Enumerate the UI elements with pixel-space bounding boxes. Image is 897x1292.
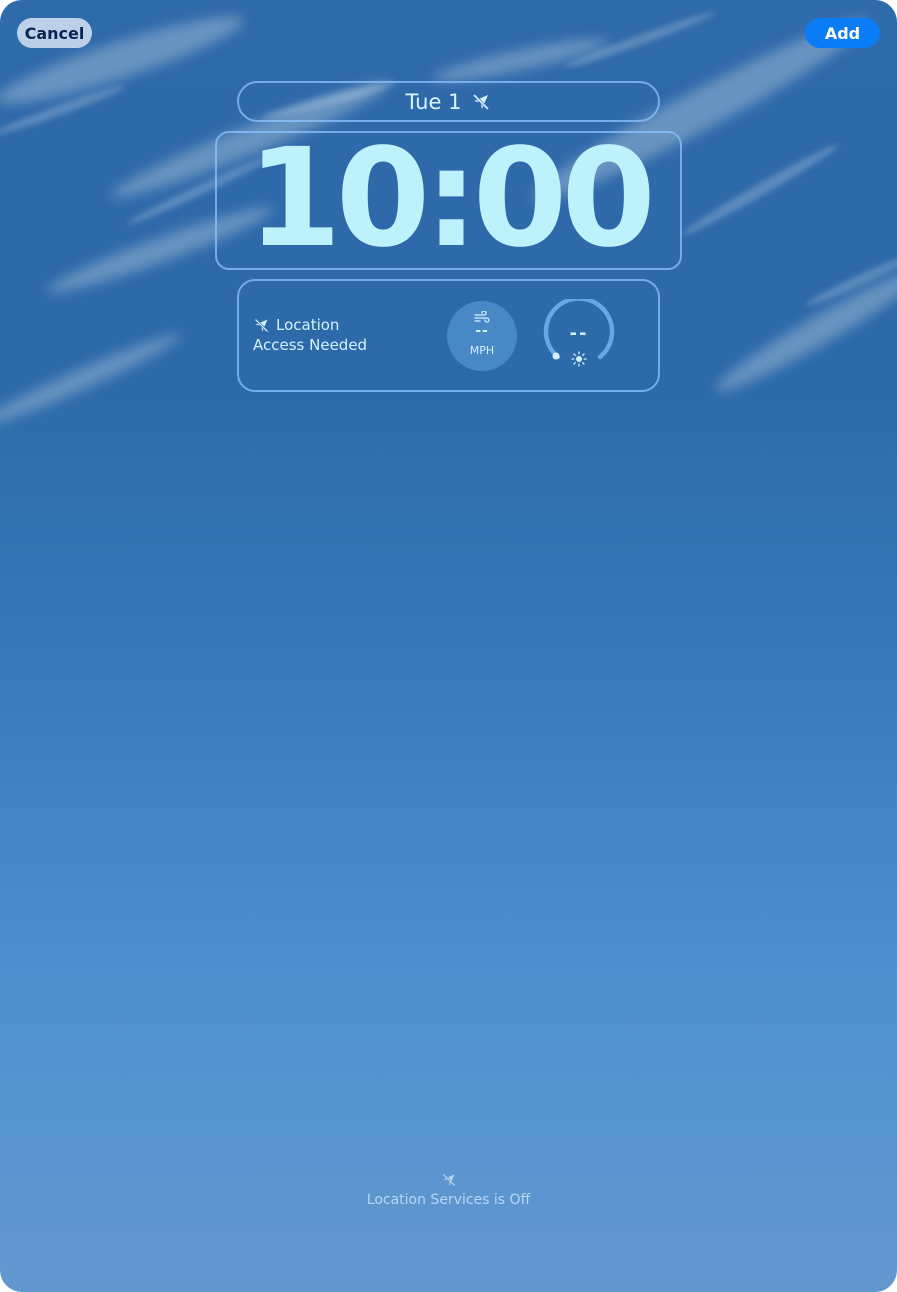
clock-time: 10:00 <box>247 119 656 278</box>
uv-gauge-widget[interactable]: -- <box>541 296 617 375</box>
location-slash-icon <box>473 93 490 110</box>
wind-widget[interactable]: -- MPH <box>447 301 517 371</box>
location-widget[interactable]: Location Access Needed <box>253 315 367 355</box>
location-services-text: Location Services is Off <box>366 1192 531 1208</box>
add-button[interactable]: Add <box>805 18 880 48</box>
wind-speed-unit: MPH <box>469 344 495 357</box>
gauge-value: -- <box>569 323 589 344</box>
location-services-status: Location Services is Off <box>0 1172 897 1208</box>
location-widget-subtitle: Access Needed <box>253 336 368 354</box>
date-label: Tue 1 <box>405 89 462 114</box>
sun-icon <box>571 351 587 367</box>
cancel-button[interactable]: Cancel <box>17 18 92 48</box>
location-widget-title: Location <box>276 316 340 334</box>
widgets-slot[interactable]: Location Access Needed -- MPH -- <box>237 279 660 392</box>
clock-slot[interactable]: 10:00 <box>215 131 682 270</box>
lock-screen-editor: Cancel Add Tue 1 10:00 Location Access N… <box>0 0 897 1292</box>
wind-speed-value: -- <box>475 323 489 339</box>
wind-icon <box>474 311 490 323</box>
location-slash-icon <box>254 318 269 332</box>
date-widget-slot[interactable]: Tue 1 <box>237 81 660 122</box>
location-slash-icon <box>442 1173 455 1187</box>
